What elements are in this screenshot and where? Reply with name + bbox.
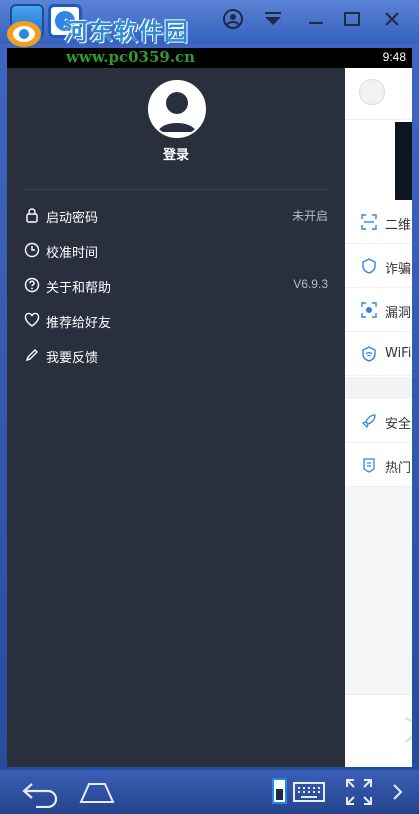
feature-row-label: 漏洞 [385,306,412,321]
banner-image[interactable] [395,122,412,200]
feature-row-vuln[interactable]: 漏洞 [345,288,412,332]
help-icon [24,277,40,293]
maximize-icon[interactable] [339,8,365,34]
screen-rotate-icon[interactable] [270,776,290,808]
fullscreen-icon[interactable] [344,776,374,808]
side-drawer: 登录 启动密码 未开启 校准时间 关于和帮助 V6.9.3 推荐给好友 我要反馈 [7,68,345,767]
feature-row-label: 热门 [385,461,412,476]
feature-row-wifi[interactable]: WiFi [345,332,412,376]
menu-item-label: 我要反馈 [46,351,99,366]
rocket-icon [361,413,377,429]
menu-item-label: 启动密码 [46,211,99,226]
feature-row-qr[interactable]: 二维 [345,200,412,244]
feature-row-security[interactable]: 安全 [345,399,412,443]
content-header [345,68,412,120]
feature-row-label: 安全 [385,417,412,432]
menu-item-recommend-friend[interactable]: 推荐给好友 [24,308,328,332]
home-icon[interactable] [78,776,116,808]
drawer-divider [24,189,328,190]
wifi-shield-icon [361,346,377,362]
menu-item-about-help[interactable]: 关于和帮助 V6.9.3 [24,273,328,297]
emulator-nav-bar [0,770,419,814]
watermark-title: 河东软件园 [64,17,189,46]
shield-icon[interactable] [395,717,412,747]
back-icon[interactable] [20,776,62,809]
user-avatar[interactable] [148,80,206,138]
content-bottom-bar [345,694,412,767]
qr-scan-icon [361,214,377,230]
menu-item-value: V6.9.3 [293,277,328,291]
menu-item-value: 未开启 [291,209,328,223]
heart-icon [24,312,40,328]
feature-row-hot[interactable]: 热门 [345,443,412,487]
emulator-window: 河东软件园 9:48 www.pc0359.cn 登录 启动密码 未开启 校准时… [0,0,419,814]
fraud-icon [361,258,377,274]
menu-item-label: 关于和帮助 [46,281,112,296]
chevron-right-icon[interactable] [388,776,406,808]
watermark-url: www.pc0359.cn [66,48,196,66]
menu-item-startup-password[interactable]: 启动密码 未开启 [24,203,328,227]
lock-icon [24,207,40,223]
content-avatar-icon[interactable] [359,79,385,105]
menu-item-feedback[interactable]: 我要反馈 [24,343,328,367]
document-icon [361,457,377,473]
feature-row-label: WiFi [385,346,412,361]
menu-item-label: 校准时间 [46,246,99,261]
pencil-icon [24,347,40,363]
menu-item-calibrate-time[interactable]: 校准时间 [24,238,328,262]
account-icon[interactable] [220,8,246,34]
feature-row-label: 诈骗 [385,262,412,277]
section-gap [345,377,412,399]
keyboard-icon[interactable] [292,776,326,808]
dropdown-menu-icon[interactable] [260,8,286,34]
close-icon[interactable] [379,8,405,34]
feature-row-fraud[interactable]: 诈骗 [345,244,412,288]
status-clock: 9:48 [382,50,406,64]
bug-icon [361,302,377,318]
feature-row-label: 二维 [385,218,412,233]
minimize-icon[interactable] [303,8,329,34]
login-link[interactable]: 登录 [7,144,345,163]
menu-item-label: 推荐给好友 [46,316,112,331]
content-empty-area [345,487,412,694]
clock-icon [24,242,40,258]
main-content-panel: 二维 诈骗 漏洞 WiFi 安全 热门 [345,68,412,767]
emulator-title-bar: 河东软件园 [0,0,419,46]
watermark-logo-icon [4,16,44,50]
